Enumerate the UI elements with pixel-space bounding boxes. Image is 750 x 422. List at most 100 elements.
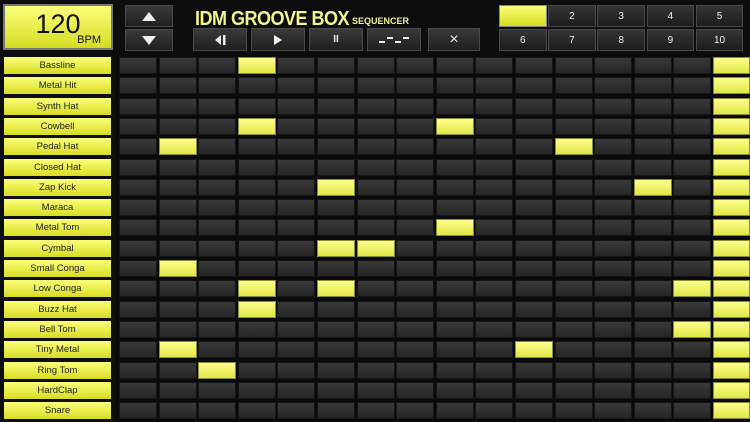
step-cell[interactable] bbox=[435, 158, 474, 176]
step-cell[interactable] bbox=[277, 239, 316, 257]
step-cell[interactable] bbox=[594, 300, 633, 318]
step-cell[interactable] bbox=[119, 97, 157, 115]
pattern-button-8[interactable]: 8 bbox=[597, 29, 645, 51]
step-cell[interactable] bbox=[396, 260, 435, 277]
step-cell[interactable] bbox=[317, 199, 355, 217]
step-cell[interactable] bbox=[475, 280, 514, 298]
step-cell[interactable] bbox=[673, 320, 712, 338]
step-cell[interactable] bbox=[594, 402, 633, 420]
track-label[interactable]: HardClap bbox=[4, 381, 111, 399]
step-cell[interactable] bbox=[317, 300, 355, 318]
step-cell[interactable] bbox=[435, 341, 474, 359]
step-cell[interactable] bbox=[594, 280, 633, 298]
step-cell[interactable] bbox=[356, 219, 395, 237]
step-cell[interactable] bbox=[594, 97, 633, 115]
step-cell[interactable] bbox=[198, 402, 237, 420]
step-cell[interactable] bbox=[158, 300, 197, 318]
step-cell[interactable] bbox=[237, 280, 276, 298]
step-cell[interactable] bbox=[713, 381, 750, 399]
track-label[interactable]: Cowbell bbox=[4, 117, 111, 135]
step-cell[interactable] bbox=[633, 402, 672, 420]
step-cell[interactable] bbox=[515, 178, 553, 196]
step-cell[interactable] bbox=[158, 77, 197, 95]
step-cell[interactable] bbox=[158, 178, 197, 196]
step-cell[interactable] bbox=[277, 219, 316, 237]
step-cell[interactable] bbox=[633, 341, 672, 359]
step-cell[interactable] bbox=[237, 239, 276, 257]
step-cell[interactable] bbox=[158, 97, 197, 115]
step-cell[interactable] bbox=[435, 219, 474, 237]
step-cell[interactable] bbox=[356, 402, 395, 420]
track-label[interactable]: Tiny Metal bbox=[4, 341, 111, 359]
step-cell[interactable] bbox=[119, 138, 157, 156]
step-cell[interactable] bbox=[435, 138, 474, 156]
step-cell[interactable] bbox=[198, 199, 237, 217]
step-cell[interactable] bbox=[158, 361, 197, 379]
step-cell[interactable] bbox=[515, 138, 553, 156]
step-cell[interactable] bbox=[396, 117, 435, 135]
step-cell[interactable] bbox=[633, 77, 672, 95]
pause-button[interactable]: II bbox=[309, 28, 363, 51]
step-cell[interactable] bbox=[594, 158, 633, 176]
step-cell[interactable] bbox=[119, 219, 157, 237]
step-cell[interactable] bbox=[633, 117, 672, 135]
step-cell[interactable] bbox=[237, 77, 276, 95]
step-cell[interactable] bbox=[356, 280, 395, 298]
step-cell[interactable] bbox=[396, 97, 435, 115]
step-cell[interactable] bbox=[475, 402, 514, 420]
pattern-button-5[interactable]: 5 bbox=[695, 5, 744, 27]
step-cell[interactable] bbox=[713, 97, 750, 115]
step-cell[interactable] bbox=[475, 239, 514, 257]
step-cell[interactable] bbox=[673, 138, 712, 156]
step-cell[interactable] bbox=[237, 320, 276, 338]
track-label[interactable]: Small Conga bbox=[4, 260, 111, 277]
step-cell[interactable] bbox=[554, 97, 593, 115]
step-cell[interactable] bbox=[673, 219, 712, 237]
track-label[interactable]: Synth Hat bbox=[4, 97, 111, 115]
track-label[interactable]: Pedal Hat bbox=[4, 138, 111, 156]
step-cell[interactable] bbox=[435, 97, 474, 115]
step-cell[interactable] bbox=[119, 341, 157, 359]
step-cell[interactable] bbox=[554, 300, 593, 318]
step-cell[interactable] bbox=[554, 320, 593, 338]
step-cell[interactable] bbox=[515, 320, 553, 338]
step-cell[interactable] bbox=[198, 361, 237, 379]
step-cell[interactable] bbox=[673, 402, 712, 420]
step-cell[interactable] bbox=[475, 341, 514, 359]
step-cell[interactable] bbox=[554, 178, 593, 196]
step-cell[interactable] bbox=[554, 381, 593, 399]
step-cell[interactable] bbox=[356, 320, 395, 338]
step-cell[interactable] bbox=[633, 57, 672, 74]
step-cell[interactable] bbox=[435, 260, 474, 277]
step-cell[interactable] bbox=[119, 361, 157, 379]
step-cell[interactable] bbox=[119, 199, 157, 217]
step-cell[interactable] bbox=[119, 57, 157, 74]
step-cell[interactable] bbox=[119, 280, 157, 298]
step-cell[interactable] bbox=[594, 381, 633, 399]
step-cell[interactable] bbox=[237, 199, 276, 217]
step-cell[interactable] bbox=[633, 97, 672, 115]
step-cell[interactable] bbox=[237, 219, 276, 237]
step-cell[interactable] bbox=[713, 361, 750, 379]
step-cell[interactable] bbox=[198, 239, 237, 257]
step-cell[interactable] bbox=[277, 280, 316, 298]
step-cell[interactable] bbox=[356, 361, 395, 379]
step-cell[interactable] bbox=[515, 239, 553, 257]
step-cell[interactable] bbox=[356, 97, 395, 115]
step-cell[interactable] bbox=[317, 117, 355, 135]
step-cell[interactable] bbox=[396, 300, 435, 318]
step-cell[interactable] bbox=[633, 361, 672, 379]
step-cell[interactable] bbox=[356, 239, 395, 257]
step-cell[interactable] bbox=[158, 260, 197, 277]
step-cell[interactable] bbox=[713, 57, 750, 74]
step-cell[interactable] bbox=[198, 57, 237, 74]
step-cell[interactable] bbox=[356, 381, 395, 399]
step-cell[interactable] bbox=[713, 77, 750, 95]
step-cell[interactable] bbox=[158, 341, 197, 359]
step-cell[interactable] bbox=[356, 117, 395, 135]
step-cell[interactable] bbox=[713, 138, 750, 156]
step-cell[interactable] bbox=[633, 158, 672, 176]
track-label[interactable]: Cymbal bbox=[4, 239, 111, 257]
step-cell[interactable] bbox=[119, 320, 157, 338]
step-cell[interactable] bbox=[515, 77, 553, 95]
